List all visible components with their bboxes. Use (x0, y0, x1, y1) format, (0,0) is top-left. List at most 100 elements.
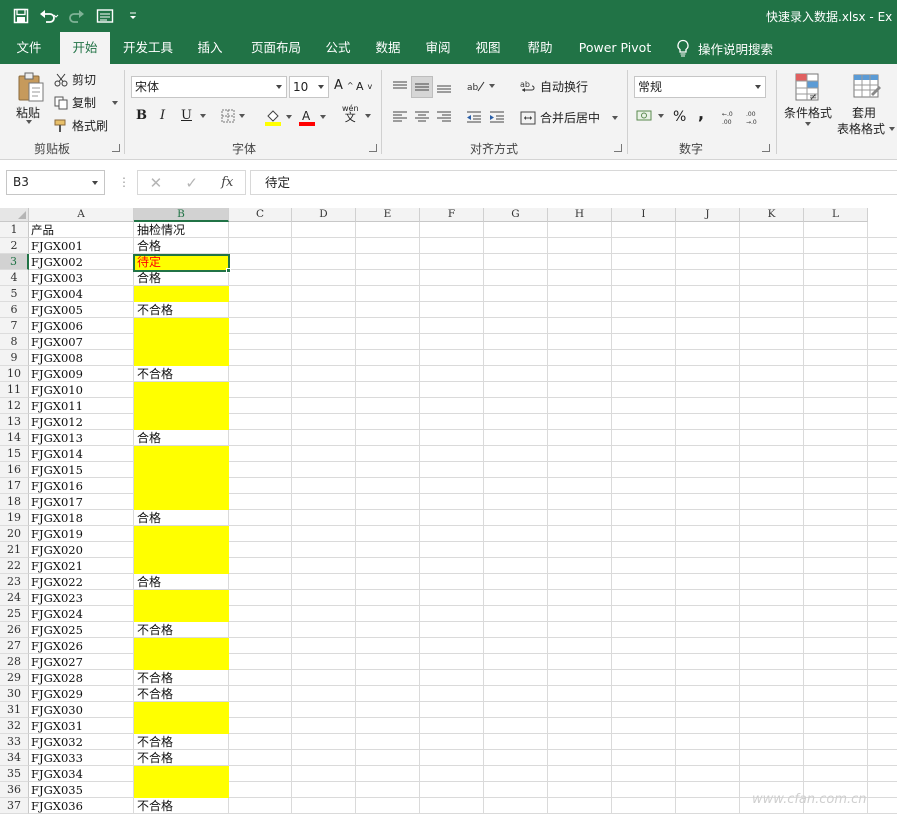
fill-color-button[interactable] (264, 108, 292, 126)
tab-file[interactable]: 文件 (6, 32, 52, 64)
number-format-select[interactable]: 常规 (634, 76, 766, 98)
row-header[interactable]: 10 (0, 366, 29, 382)
tab-formulas[interactable]: 公式 (318, 32, 358, 64)
align-left-icon[interactable] (389, 106, 411, 128)
row-header[interactable]: 11 (0, 382, 29, 398)
align-center-icon[interactable] (411, 106, 433, 128)
row-header[interactable]: 28 (0, 654, 29, 670)
row-header[interactable]: 16 (0, 462, 29, 478)
cancel-icon[interactable]: ✕ (150, 174, 163, 192)
form-icon[interactable] (94, 6, 116, 26)
row-header[interactable]: 36 (0, 782, 29, 798)
insert-function-icon[interactable]: fx (221, 175, 233, 190)
cell-a26[interactable]: FJGX025 (31, 622, 83, 638)
cell-b24[interactable] (134, 590, 229, 606)
cell-a8[interactable]: FJGX007 (31, 334, 83, 350)
cell-a10[interactable]: FJGX009 (31, 366, 83, 382)
cell-a23[interactable]: FJGX022 (31, 574, 83, 590)
row-header[interactable]: 25 (0, 606, 29, 622)
cell-a7[interactable]: FJGX006 (31, 318, 83, 334)
accounting-format-button[interactable] (636, 108, 664, 124)
cell-a30[interactable]: FJGX029 (31, 686, 83, 702)
conditional-formatting-button[interactable]: 条件格式 (784, 104, 832, 121)
cell-a16[interactable]: FJGX015 (31, 462, 83, 478)
cell-b29[interactable]: 不合格 (134, 670, 229, 686)
row-header[interactable]: 24 (0, 590, 29, 606)
cell-b4[interactable]: 合格 (134, 270, 229, 286)
borders-button[interactable] (221, 109, 245, 123)
cell-b36[interactable] (134, 782, 229, 798)
formula-input[interactable]: 待定 (250, 170, 897, 195)
column-header-k[interactable]: K (740, 208, 804, 222)
cell-a34[interactable]: FJGX033 (31, 750, 83, 766)
cell-b3[interactable]: 待定 (134, 254, 229, 270)
cell-b12[interactable] (134, 398, 229, 414)
cell-a29[interactable]: FJGX028 (31, 670, 83, 686)
cell-a21[interactable]: FJGX020 (31, 542, 83, 558)
row-header[interactable]: 33 (0, 734, 29, 750)
italic-button[interactable]: I (160, 108, 165, 123)
cell-b31[interactable] (134, 702, 229, 718)
row-header[interactable]: 29 (0, 670, 29, 686)
row-header[interactable]: 9 (0, 350, 29, 366)
cell-a14[interactable]: FJGX013 (31, 430, 83, 446)
cell-b19[interactable]: 合格 (134, 510, 229, 526)
row-header[interactable]: 35 (0, 766, 29, 782)
save-icon[interactable] (10, 6, 32, 26)
column-header-h[interactable]: H (548, 208, 612, 222)
cell-b1[interactable]: 抽检情况 (134, 222, 229, 238)
conditional-formatting-icon[interactable]: ≠ (792, 70, 824, 104)
cell-a18[interactable]: FJGX017 (31, 494, 83, 510)
tab-view[interactable]: 视图 (468, 32, 508, 64)
cell-a36[interactable]: FJGX035 (31, 782, 83, 798)
customize-qat-icon[interactable] (122, 6, 144, 26)
column-header-d[interactable]: D (292, 208, 356, 222)
format-as-table-icon[interactable] (850, 70, 882, 104)
column-header-e[interactable]: E (356, 208, 420, 222)
cell-a3[interactable]: FJGX002 (31, 254, 83, 270)
cell-a11[interactable]: FJGX010 (31, 382, 83, 398)
font-name-select[interactable]: 宋体 (131, 76, 287, 98)
cell-b18[interactable] (134, 494, 229, 510)
underline-button[interactable]: U (181, 108, 206, 123)
cell-b11[interactable] (134, 382, 229, 398)
column-header-j[interactable]: J (676, 208, 740, 222)
undo-icon[interactable] (38, 6, 60, 26)
cell-a12[interactable]: FJGX011 (31, 398, 83, 414)
row-header[interactable]: 13 (0, 414, 29, 430)
cell-a17[interactable]: FJGX016 (31, 478, 83, 494)
cell-b9[interactable] (134, 350, 229, 366)
cell-b26[interactable]: 不合格 (134, 622, 229, 638)
cell-a1[interactable]: 产品 (31, 222, 54, 238)
bold-button[interactable]: B (136, 108, 147, 123)
cell-a37[interactable]: FJGX036 (31, 798, 83, 814)
row-header[interactable]: 18 (0, 494, 29, 510)
tab-developer[interactable]: 开发工具 (118, 32, 178, 64)
select-all-button[interactable] (0, 208, 29, 222)
column-header-f[interactable]: F (420, 208, 484, 222)
paste-dropdown[interactable] (26, 120, 32, 124)
cell-b27[interactable] (134, 638, 229, 654)
cell-a22[interactable]: FJGX021 (31, 558, 83, 574)
tab-home[interactable]: 开始 (60, 32, 110, 64)
row-header[interactable]: 7 (0, 318, 29, 334)
cell-b2[interactable]: 合格 (134, 238, 229, 254)
row-header[interactable]: 34 (0, 750, 29, 766)
cell-a2[interactable]: FJGX001 (31, 238, 83, 254)
orientation-button[interactable]: ab (467, 79, 495, 93)
phonetic-button[interactable]: wén 文 (342, 104, 359, 123)
cell-b16[interactable] (134, 462, 229, 478)
row-header[interactable]: 15 (0, 446, 29, 462)
cell-a9[interactable]: FJGX008 (31, 350, 83, 366)
column-header-c[interactable]: C (229, 208, 292, 222)
percent-button[interactable]: % (673, 109, 686, 125)
align-bottom-icon[interactable] (433, 76, 455, 98)
row-header[interactable]: 8 (0, 334, 29, 350)
cell-b32[interactable] (134, 718, 229, 734)
column-header-i[interactable]: I (612, 208, 676, 222)
tab-power-pivot[interactable]: Power Pivot (574, 32, 656, 64)
cell-b22[interactable] (134, 558, 229, 574)
fill-handle[interactable] (226, 268, 231, 273)
tab-page-layout[interactable]: 页面布局 (242, 32, 310, 64)
cell-a31[interactable]: FJGX030 (31, 702, 83, 718)
